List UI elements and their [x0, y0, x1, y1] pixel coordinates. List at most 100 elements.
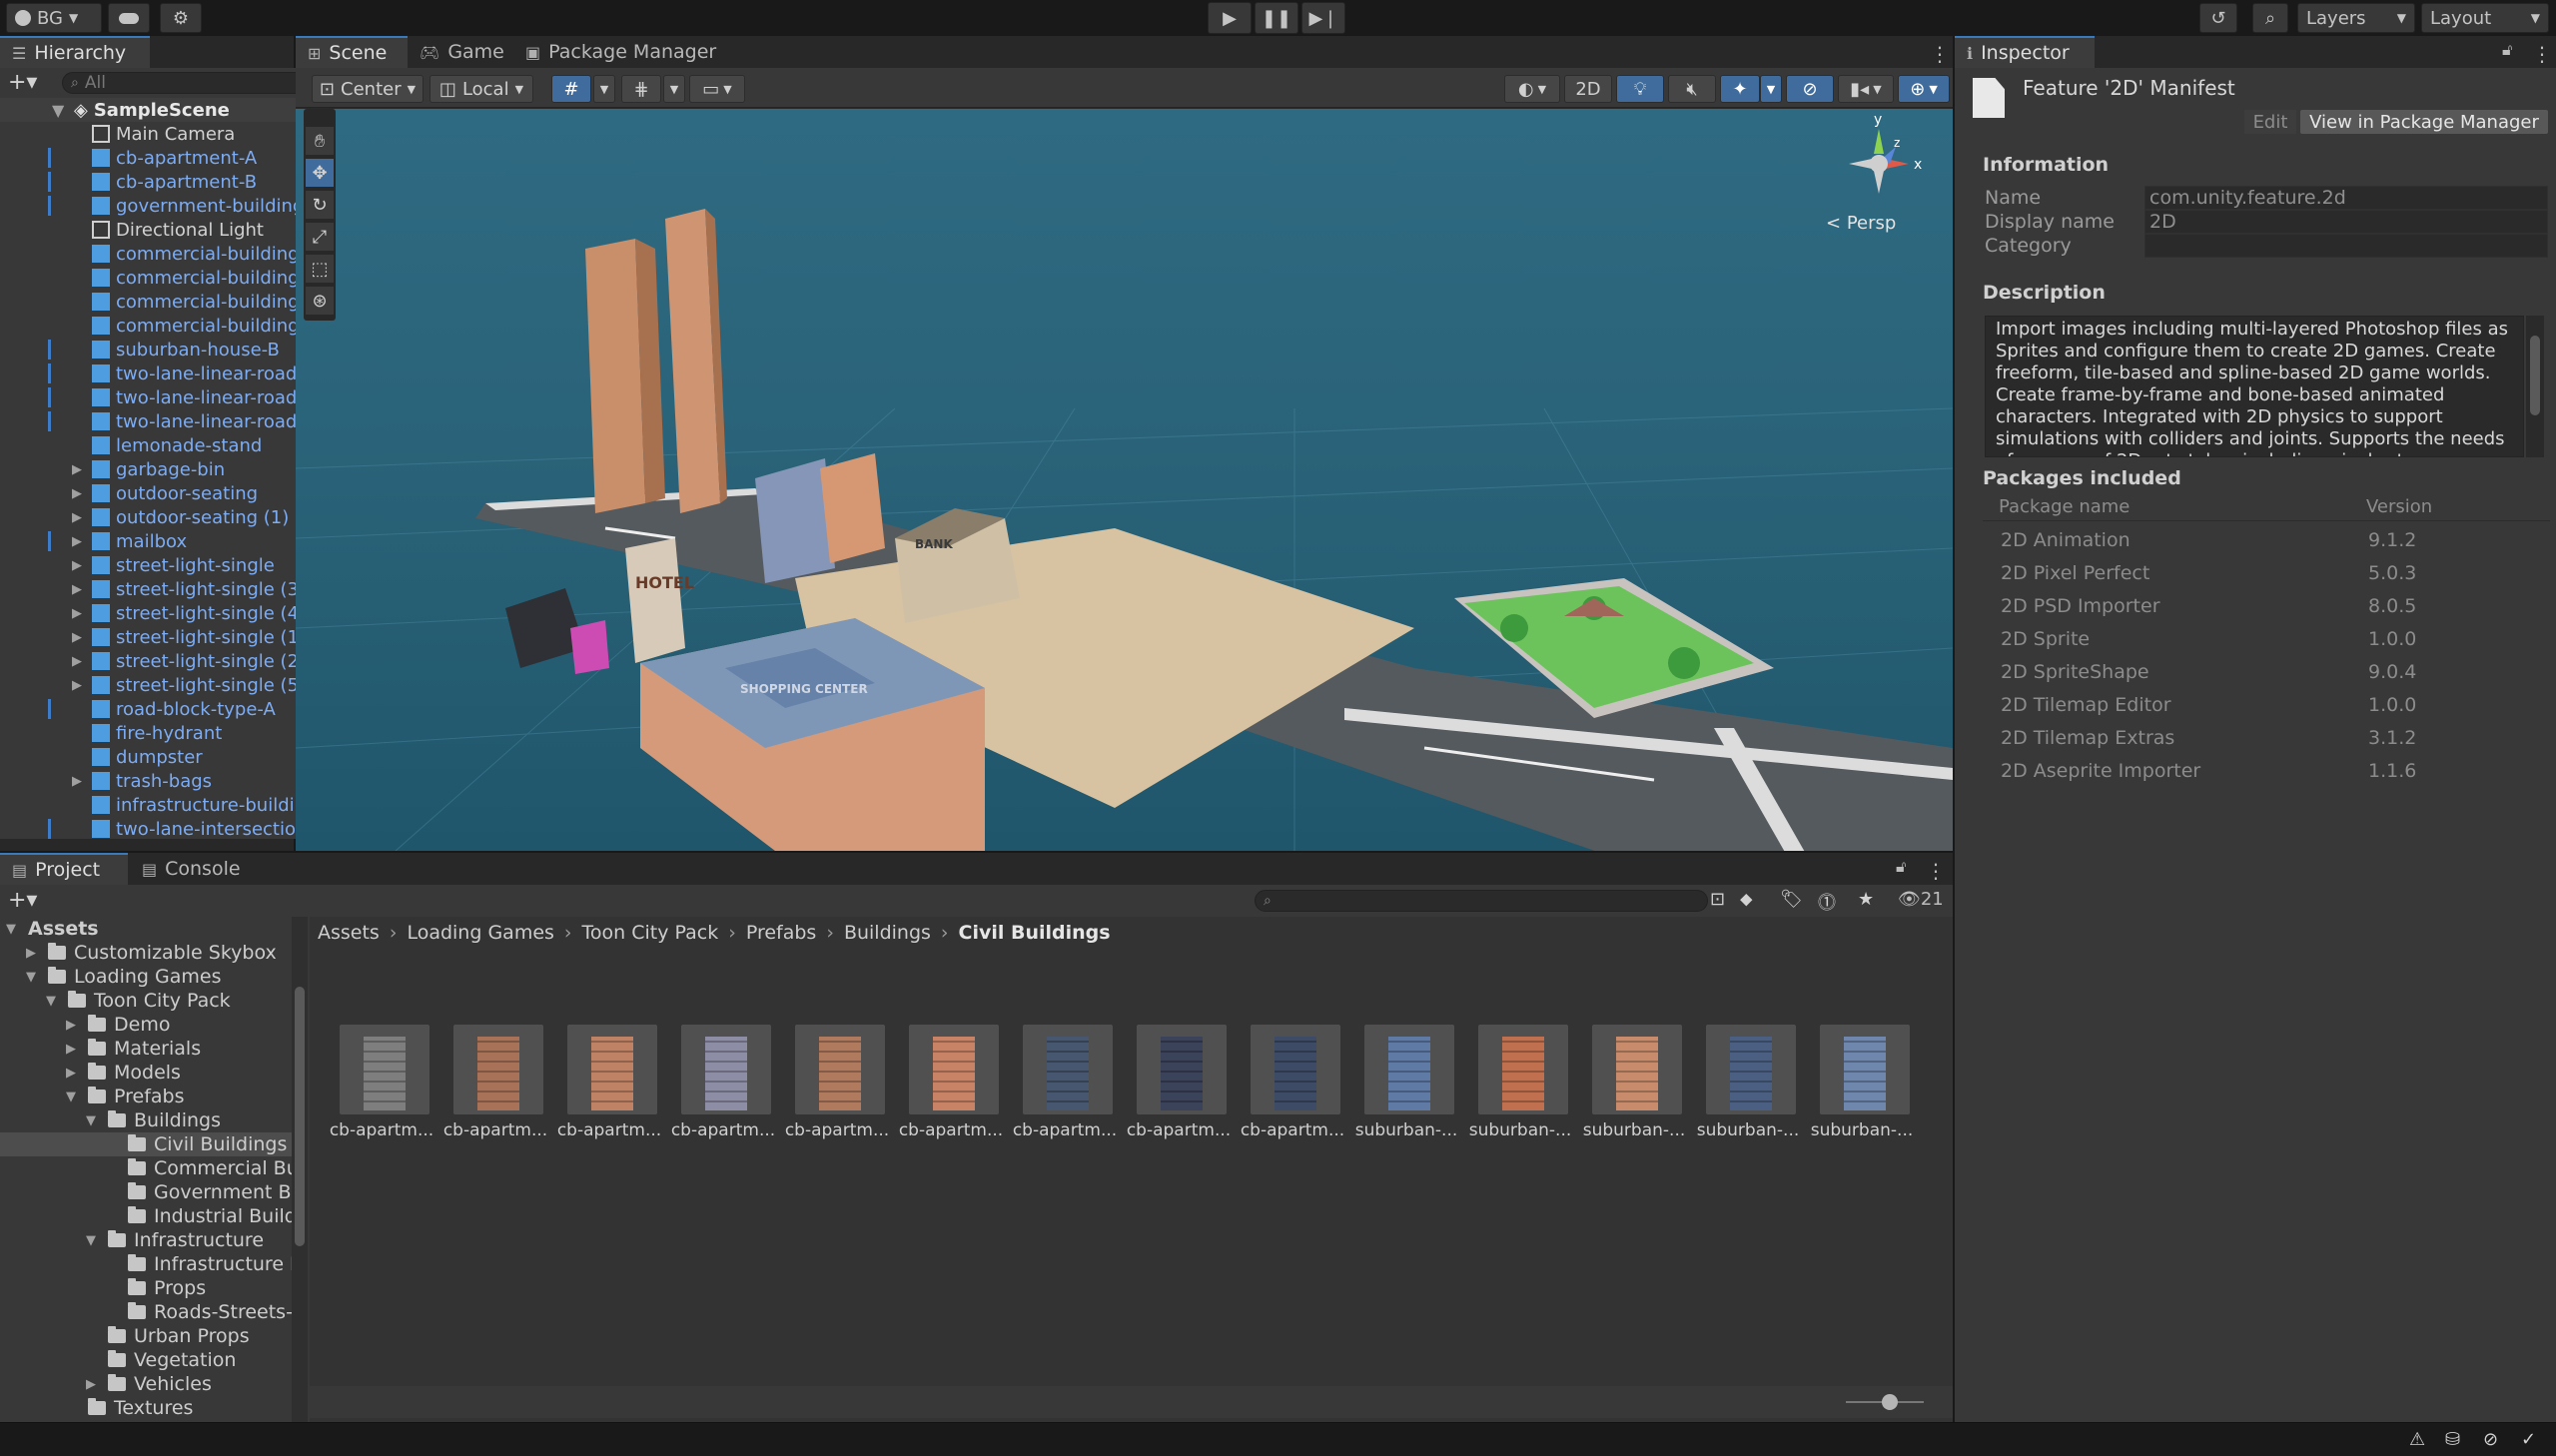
folder-tree-item[interactable]: Industrial Buildi	[0, 1204, 292, 1228]
foldout-open-icon[interactable]: ▼	[86, 1113, 96, 1128]
package-row[interactable]: 2D SpriteShape 9.0.4	[1985, 657, 2544, 687]
check-icon[interactable]: ✓	[2521, 1429, 2536, 1450]
transform-tool[interactable]: ⊛	[306, 287, 334, 315]
package-row[interactable]: 2D Animation 9.1.2	[1985, 525, 2544, 555]
package-row[interactable]: 2D Tilemap Editor 1.0.0	[1985, 690, 2544, 720]
package-row[interactable]: 2D Sprite 1.0.0	[1985, 624, 2544, 654]
asset-item[interactable]: suburban-...	[1806, 1025, 1918, 1164]
foldout-open-icon[interactable]: ▼	[26, 970, 36, 985]
foldout-closed-icon[interactable]: ▶	[72, 774, 82, 789]
move-tool[interactable]: ✥	[306, 159, 334, 187]
foldout-open-icon[interactable]: ▼	[46, 994, 56, 1009]
layers-dropdown[interactable]: Layers ▼	[2297, 3, 2415, 33]
label-filter-icon[interactable]: 🏷︎	[1780, 889, 1803, 910]
tab-hierarchy[interactable]: ☰ Hierarchy	[0, 36, 150, 68]
asset-item[interactable]: cb-apartm...	[1123, 1025, 1235, 1164]
folder-tree-item[interactable]: Infrastructure B	[0, 1252, 292, 1276]
foldout-closed-icon[interactable]: ▶	[66, 1042, 76, 1057]
grid-snap-menu[interactable]: ▼	[593, 75, 615, 103]
hidden-count[interactable]: 👁︎21	[1898, 889, 1944, 910]
edit-button[interactable]: Edit	[2244, 110, 2296, 134]
folder-tree-item[interactable]: Vegetation	[0, 1348, 292, 1372]
folder-tree-item[interactable]: ▶ Materials	[0, 1037, 292, 1061]
add-icon[interactable]: +▾	[8, 888, 37, 913]
search-type-icon[interactable]: ⊡	[1710, 889, 1725, 910]
effects-toggle[interactable]: ✦	[1720, 75, 1760, 103]
rotate-tool[interactable]: ↻	[306, 191, 334, 219]
folder-tree-item[interactable]: ▼ Prefabs	[0, 1085, 292, 1108]
pause-button[interactable]: ❚❚	[1255, 2, 1298, 34]
foldout-open-icon[interactable]: ▼	[6, 922, 16, 937]
foldout-closed-icon[interactable]: ▶	[72, 486, 82, 501]
tab-console[interactable]: ▤ Console	[130, 853, 260, 885]
pivot-dropdown[interactable]: ⊡ Center ▼	[312, 75, 424, 103]
foldout-closed-icon[interactable]: ▶	[72, 534, 82, 549]
camera-dropdown[interactable]: ▮◂ ▼	[1838, 75, 1894, 103]
folder-tree-item[interactable]: ▼ Infrastructure	[0, 1228, 292, 1252]
folder-tree-item[interactable]: ▼ Toon City Pack	[0, 989, 292, 1013]
hand-tool[interactable]: ✋︎	[306, 127, 334, 155]
view-in-package-manager-button[interactable]: View in Package Manager	[2300, 110, 2548, 134]
project-tree-scrollbar[interactable]	[292, 917, 308, 1422]
folder-tree-item[interactable]: ▶ Vehicles	[0, 1372, 292, 1396]
zoom-slider-thumb[interactable]	[1882, 1394, 1898, 1410]
cloud-button[interactable]	[108, 3, 150, 33]
asset-item[interactable]: cb-apartm...	[1009, 1025, 1121, 1164]
asset-item[interactable]: cb-apartm...	[895, 1025, 1007, 1164]
play-button[interactable]: ▶	[1208, 2, 1252, 34]
effects-menu[interactable]: ▼	[1760, 75, 1782, 103]
grid-snap-button[interactable]: #	[551, 75, 591, 103]
folder-tree-item[interactable]: Government Bu	[0, 1180, 292, 1204]
folder-tree-item[interactable]: Textures	[0, 1396, 292, 1420]
category-field[interactable]	[2144, 234, 2548, 258]
star-icon[interactable]: ★	[1858, 889, 1874, 910]
search-button[interactable]: ⌕	[2252, 3, 2288, 33]
increment-snap-menu[interactable]: ▼	[663, 75, 685, 103]
foldout-closed-icon[interactable]: ▶	[72, 630, 82, 645]
settings-button[interactable]: ⚙	[160, 3, 202, 33]
package-row[interactable]: 2D Aseprite Importer 1.1.6	[1985, 756, 2544, 786]
gizmos-dropdown[interactable]: ⊕ ▼	[1898, 75, 1950, 103]
folder-tree-item[interactable]: Props	[0, 1276, 292, 1300]
tab-package-manager[interactable]: ▣ Package Manager	[513, 36, 763, 68]
folder-tree-item[interactable]: Commercial Bu	[0, 1156, 292, 1180]
draw-mode-dropdown[interactable]: ◐ ▼	[1504, 75, 1560, 103]
folder-tree-item[interactable]: ▶ Models	[0, 1061, 292, 1085]
foldout-closed-icon[interactable]: ▶	[72, 654, 82, 669]
lock-icon[interactable]: 🔓︎	[2502, 40, 2512, 60]
folder-tree-item[interactable]: Urban Props	[0, 1324, 292, 1348]
kebab-menu-icon[interactable]: ⋮	[2532, 42, 2552, 66]
foldout-closed-icon[interactable]: ▶	[72, 606, 82, 621]
asset-item[interactable]: suburban-...	[1464, 1025, 1576, 1164]
scene-visibility-toggle[interactable]: ⊘	[1786, 75, 1834, 103]
cache-icon[interactable]: ⛁	[2445, 1429, 2460, 1450]
rect-tool[interactable]: ⬚	[306, 255, 334, 283]
gi-icon[interactable]: ⊘	[2483, 1429, 2498, 1450]
history-button[interactable]: ↺	[2199, 3, 2237, 33]
foldout-open-icon[interactable]: ▼	[66, 1090, 76, 1104]
debug-icon[interactable]: ⚠	[2409, 1429, 2425, 1450]
asset-item[interactable]: suburban-...	[1692, 1025, 1804, 1164]
name-field[interactable]: com.unity.feature.2d	[2144, 186, 2548, 210]
scene-viewport[interactable]: HOTEL BANK SHOPPING CENTER ✋︎ ✥ ↻ ⤢ ⬚ ⊛	[296, 109, 1953, 851]
foldout-closed-icon[interactable]: ▶	[72, 510, 82, 525]
layout-dropdown[interactable]: Layout ▼	[2421, 3, 2549, 33]
increment-snap-button[interactable]: ⋕	[621, 75, 661, 103]
package-row[interactable]: 2D Pixel Perfect 5.0.3	[1985, 558, 2544, 588]
tab-game[interactable]: 🎮︎ Game	[408, 36, 511, 68]
kebab-menu-icon[interactable]: ⋮	[1926, 859, 1946, 883]
kebab-menu-icon[interactable]: ⋮	[1930, 42, 1950, 66]
account-dropdown[interactable]: BG ▼	[6, 3, 102, 33]
asset-item[interactable]: cb-apartm...	[553, 1025, 665, 1164]
folder-tree-item[interactable]: Roads-Streets-	[0, 1300, 292, 1324]
foldout-closed-icon[interactable]: ▶	[72, 558, 82, 573]
foldout-closed-icon[interactable]: ▶	[86, 1377, 96, 1392]
description-text[interactable]: Import images including multi-layered Ph…	[1985, 316, 2524, 457]
lock-icon[interactable]: 🔓︎	[1896, 857, 1906, 877]
asset-item[interactable]: cb-apartm...	[667, 1025, 779, 1164]
description-scrollbar[interactable]	[2526, 316, 2544, 457]
foldout-closed-icon[interactable]: ▶	[72, 678, 82, 693]
foldout-closed-icon[interactable]: ▶	[26, 946, 36, 961]
foldout-open-icon[interactable]: ▼	[52, 101, 70, 120]
folder-tree-item[interactable]: ▼ Assets	[0, 917, 292, 941]
